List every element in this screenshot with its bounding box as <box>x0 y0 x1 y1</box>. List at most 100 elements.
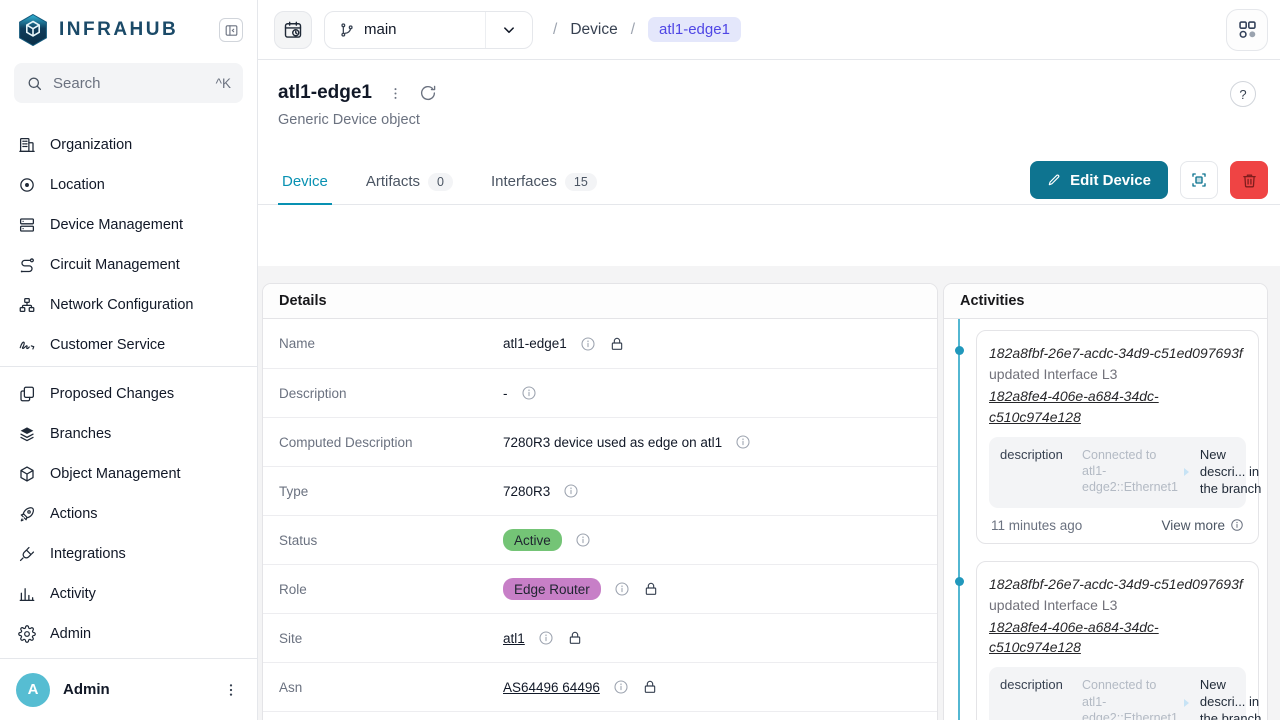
sidebar-item-integrations[interactable]: Integrations <box>0 534 257 574</box>
sidebar-item-customer-service[interactable]: Customer Service <box>0 325 257 365</box>
activities-panel: Activities 182a8fbf-26e7-acdc-34d9-c51ed… <box>943 283 1268 720</box>
sidebar-item-label: Proposed Changes <box>50 386 174 402</box>
change-new-value: New descri... in the branch <box>1200 447 1268 498</box>
page-header: atl1-edge1 Generic Device object ? <box>258 60 1280 160</box>
detail-row-site: Site atl1 <box>263 613 937 662</box>
branch-caret[interactable] <box>485 12 532 48</box>
schema-visualizer-button[interactable] <box>1226 9 1268 51</box>
help-button[interactable]: ? <box>1230 81 1256 107</box>
tab-artifacts[interactable]: Artifacts 0 <box>362 173 457 206</box>
tab-count-badge: 15 <box>565 173 597 191</box>
brand-name: INFRAHUB <box>59 19 219 41</box>
sidebar-item-organization[interactable]: Organization <box>0 125 257 165</box>
info-icon[interactable] <box>521 385 537 401</box>
sidebar-item-location[interactable]: Location <box>0 165 257 205</box>
tab-label: Device <box>282 173 328 190</box>
page-subtitle: Generic Device object <box>278 112 1256 128</box>
manage-groups-button[interactable] <box>1180 161 1218 199</box>
sidebar-item-admin[interactable]: Admin <box>0 614 257 654</box>
title-kebab-button[interactable] <box>388 86 403 101</box>
git-branch-icon <box>339 22 355 38</box>
detail-label: Name <box>279 336 503 351</box>
change-field: description <box>1000 447 1076 498</box>
sidebar-item-label: Organization <box>50 137 132 153</box>
activity-target-link[interactable]: 182a8fe4-406e-a684-34dc-c510c974e128 <box>989 386 1246 427</box>
view-more-link[interactable]: View more <box>1161 518 1244 533</box>
sidebar-item-object-management[interactable]: Object Management <box>0 454 257 494</box>
detail-row-tags: Tags green red <box>263 711 937 720</box>
branch-selector[interactable]: main <box>324 11 533 49</box>
sidebar-item-circuit-management[interactable]: Circuit Management <box>0 245 257 285</box>
site-link[interactable]: atl1 <box>503 631 525 646</box>
info-icon[interactable] <box>563 483 579 499</box>
detail-row-status: Status Active <box>263 515 937 564</box>
detail-value: 7280R3 <box>503 484 550 499</box>
sidebar-collapse-button[interactable] <box>219 18 243 42</box>
sidebar-item-label: Network Configuration <box>50 297 193 313</box>
sidebar-item-proposed-changes[interactable]: Proposed Changes <box>0 374 257 414</box>
detail-value: - <box>503 386 508 401</box>
sidebar-item-device-management[interactable]: Device Management <box>0 205 257 245</box>
route-icon <box>18 256 36 274</box>
search-shortcut: ^K <box>216 76 231 91</box>
signature-icon <box>18 336 36 354</box>
lock-icon <box>643 581 659 597</box>
user-kebab-button[interactable] <box>221 680 241 700</box>
sidebar-item-label: Customer Service <box>50 337 165 353</box>
copy-icon <box>18 385 36 403</box>
activity-change-box: description Connected to atl1-edge2::Eth… <box>989 437 1246 508</box>
time-travel-button[interactable] <box>274 11 312 49</box>
chevron-down-icon <box>500 21 518 39</box>
sidebar-item-actions[interactable]: Actions <box>0 494 257 534</box>
sidebar-item-label: Admin <box>50 626 91 642</box>
calendar-clock-icon <box>283 20 303 40</box>
group-select-icon <box>1190 171 1208 189</box>
page-title: atl1-edge1 <box>278 82 372 104</box>
sidebar-item-activity[interactable]: Activity <box>0 574 257 614</box>
edit-device-button[interactable]: Edit Device <box>1030 161 1168 199</box>
server-icon <box>18 216 36 234</box>
delete-device-button[interactable] <box>1230 161 1268 199</box>
activity-actor-id: 182a8fbf-26e7-acdc-34d9-c51ed097693f <box>989 343 1246 363</box>
info-icon[interactable] <box>614 581 630 597</box>
content-area: Details Name atl1-edge1 Description - Co… <box>258 266 1280 720</box>
info-icon[interactable] <box>538 630 554 646</box>
activity-target-link[interactable]: 182a8fe4-406e-a684-34dc-c510c974e128 <box>989 617 1246 658</box>
info-icon[interactable] <box>613 679 629 695</box>
cube-icon <box>18 465 36 483</box>
activity-actor-id: 182a8fbf-26e7-acdc-34d9-c51ed097693f <box>989 574 1246 594</box>
change-field: description <box>1000 677 1076 720</box>
breadcrumb-device[interactable]: Device <box>570 21 617 39</box>
detail-row-description: Description - <box>263 368 937 417</box>
location-target-icon <box>18 176 36 194</box>
sidebar-divider <box>0 366 257 367</box>
sidebar: INFRAHUB Search ^K Organization Location <box>0 0 258 720</box>
lock-icon <box>567 630 583 646</box>
breadcrumb-separator: / <box>631 21 635 39</box>
refresh-button[interactable] <box>419 84 437 102</box>
search-icon <box>26 75 43 92</box>
search-input[interactable]: Search ^K <box>14 63 243 103</box>
edit-device-label: Edit Device <box>1070 172 1151 189</box>
view-more-label: View more <box>1161 518 1225 533</box>
asn-link[interactable]: AS64496 64496 <box>503 680 600 695</box>
info-icon[interactable] <box>735 434 751 450</box>
sidebar-item-network-configuration[interactable]: Network Configuration <box>0 285 257 325</box>
role-badge: Edge Router <box>503 578 601 600</box>
user-menu: A Admin <box>0 658 257 720</box>
details-panel: Details Name atl1-edge1 Description - Co… <box>262 283 938 720</box>
tab-count-badge: 0 <box>428 173 453 191</box>
rocket-icon <box>18 505 36 523</box>
info-icon[interactable] <box>580 336 596 352</box>
tab-interfaces[interactable]: Interfaces 15 <box>487 173 601 206</box>
sidebar-item-label: Location <box>50 177 105 193</box>
change-old-value: Connected to atl1-edge2::Ethernet1 <box>1082 677 1178 720</box>
refresh-icon <box>419 84 437 102</box>
change-old-value: Connected to atl1-edge2::Ethernet1 <box>1082 447 1178 498</box>
tab-device[interactable]: Device <box>278 173 332 205</box>
sidebar-item-label: Actions <box>50 506 98 522</box>
info-icon[interactable] <box>575 532 591 548</box>
sidebar-item-branches[interactable]: Branches <box>0 414 257 454</box>
schema-graph-icon <box>1237 19 1258 40</box>
lock-icon <box>609 336 625 352</box>
